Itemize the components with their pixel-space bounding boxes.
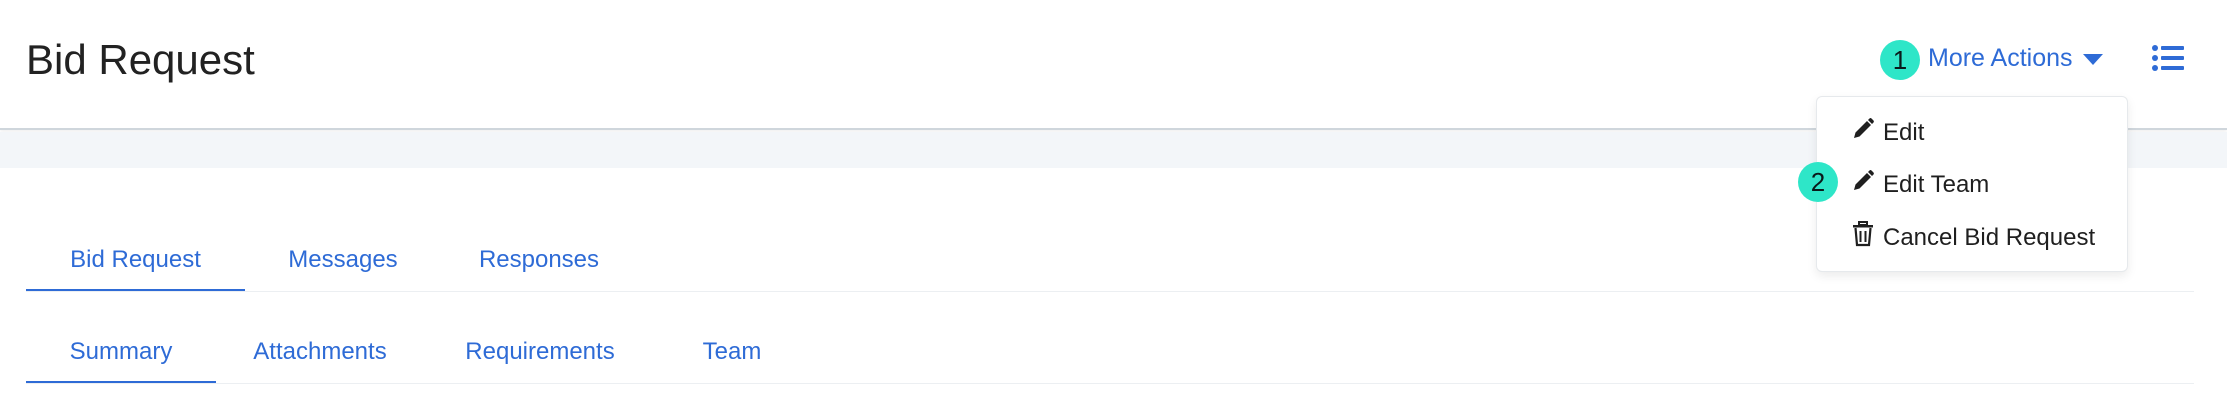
- trash-icon: [1851, 221, 1875, 254]
- page-title: Bid Request: [26, 36, 255, 83]
- caret-down-icon: [2082, 54, 2103, 65]
- tab-responses[interactable]: Responses: [441, 246, 637, 291]
- tab-messages[interactable]: Messages: [245, 246, 441, 291]
- more-actions-dropdown: Edit Edit Team Cancel Bid Request: [1816, 96, 2128, 272]
- tab-bid-request[interactable]: Bid Request: [26, 246, 245, 291]
- annotation-marker-1: 1: [1880, 40, 1920, 80]
- more-actions-button[interactable]: More Actions: [1928, 44, 2103, 73]
- menu-item-edit[interactable]: Edit: [1851, 117, 1924, 148]
- menu-item-edit-team[interactable]: Edit Team: [1851, 169, 1989, 200]
- secondary-tabs: Summary Attachments Requirements Team: [26, 338, 2194, 384]
- annotation-marker-2: 2: [1798, 162, 1838, 202]
- pencil-icon: [1851, 169, 1875, 200]
- tab-team[interactable]: Team: [656, 338, 808, 383]
- tab-requirements[interactable]: Requirements: [424, 338, 656, 383]
- tab-summary[interactable]: Summary: [26, 338, 216, 383]
- pencil-icon: [1851, 117, 1875, 148]
- menu-item-label: Edit: [1883, 118, 1925, 146]
- menu-item-cancel-bid-request[interactable]: Cancel Bid Request: [1851, 221, 2095, 254]
- menu-item-label: Edit Team: [1883, 170, 1990, 198]
- menu-item-label: Cancel Bid Request: [1883, 223, 2096, 251]
- list-icon[interactable]: [2152, 44, 2184, 72]
- tab-attachments[interactable]: Attachments: [216, 338, 424, 383]
- more-actions-label: More Actions: [1928, 44, 2073, 72]
